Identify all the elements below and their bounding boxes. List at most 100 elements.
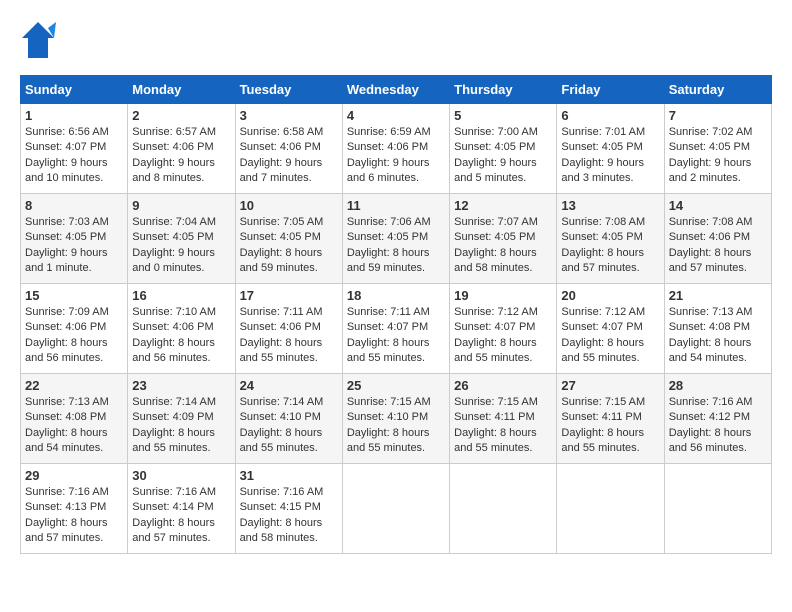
sunset: Sunset: 4:05 PM bbox=[240, 231, 321, 243]
day-info: Sunrise: 6:56 AM Sunset: 4:07 PM Dayligh… bbox=[25, 125, 123, 187]
calendar-cell: 17 Sunrise: 7:11 AM Sunset: 4:06 PM Dayl… bbox=[235, 284, 342, 374]
day-number: 27 bbox=[561, 378, 659, 393]
sunrise: Sunrise: 7:11 AM bbox=[240, 306, 323, 318]
daylight: Daylight: 9 hours and 8 minutes. bbox=[132, 157, 215, 184]
day-number: 19 bbox=[454, 288, 552, 303]
day-number: 30 bbox=[132, 468, 230, 483]
daylight: Daylight: 9 hours and 3 minutes. bbox=[561, 157, 644, 184]
sunset: Sunset: 4:11 PM bbox=[561, 411, 642, 423]
day-number: 6 bbox=[561, 108, 659, 123]
day-number: 24 bbox=[240, 378, 338, 393]
day-number: 25 bbox=[347, 378, 445, 393]
calendar-cell: 16 Sunrise: 7:10 AM Sunset: 4:06 PM Dayl… bbox=[128, 284, 235, 374]
weekday-header-monday: Monday bbox=[128, 76, 235, 104]
calendar-cell: 7 Sunrise: 7:02 AM Sunset: 4:05 PM Dayli… bbox=[664, 104, 771, 194]
day-number: 20 bbox=[561, 288, 659, 303]
sunrise: Sunrise: 6:56 AM bbox=[25, 126, 109, 138]
day-number: 13 bbox=[561, 198, 659, 213]
calendar-cell: 19 Sunrise: 7:12 AM Sunset: 4:07 PM Dayl… bbox=[450, 284, 557, 374]
daylight: Daylight: 9 hours and 6 minutes. bbox=[347, 157, 430, 184]
daylight: Daylight: 9 hours and 7 minutes. bbox=[240, 157, 323, 184]
calendar-cell: 3 Sunrise: 6:58 AM Sunset: 4:06 PM Dayli… bbox=[235, 104, 342, 194]
daylight: Daylight: 8 hours and 55 minutes. bbox=[454, 337, 537, 364]
day-info: Sunrise: 7:02 AM Sunset: 4:05 PM Dayligh… bbox=[669, 125, 767, 187]
day-info: Sunrise: 7:03 AM Sunset: 4:05 PM Dayligh… bbox=[25, 215, 123, 277]
day-number: 7 bbox=[669, 108, 767, 123]
sunset: Sunset: 4:05 PM bbox=[454, 231, 535, 243]
weekday-header-saturday: Saturday bbox=[664, 76, 771, 104]
day-number: 4 bbox=[347, 108, 445, 123]
day-info: Sunrise: 7:05 AM Sunset: 4:05 PM Dayligh… bbox=[240, 215, 338, 277]
calendar-cell: 21 Sunrise: 7:13 AM Sunset: 4:08 PM Dayl… bbox=[664, 284, 771, 374]
weekday-header-wednesday: Wednesday bbox=[342, 76, 449, 104]
day-info: Sunrise: 7:13 AM Sunset: 4:08 PM Dayligh… bbox=[25, 395, 123, 457]
sunset: Sunset: 4:15 PM bbox=[240, 501, 321, 513]
calendar-cell: 28 Sunrise: 7:16 AM Sunset: 4:12 PM Dayl… bbox=[664, 374, 771, 464]
day-number: 17 bbox=[240, 288, 338, 303]
day-number: 15 bbox=[25, 288, 123, 303]
calendar-cell: 22 Sunrise: 7:13 AM Sunset: 4:08 PM Dayl… bbox=[21, 374, 128, 464]
day-info: Sunrise: 7:08 AM Sunset: 4:06 PM Dayligh… bbox=[669, 215, 767, 277]
sunrise: Sunrise: 7:13 AM bbox=[669, 306, 753, 318]
calendar-cell: 30 Sunrise: 7:16 AM Sunset: 4:14 PM Dayl… bbox=[128, 464, 235, 554]
day-number: 29 bbox=[25, 468, 123, 483]
daylight: Daylight: 8 hours and 55 minutes. bbox=[561, 337, 644, 364]
calendar-cell bbox=[664, 464, 771, 554]
daylight: Daylight: 8 hours and 58 minutes. bbox=[454, 247, 537, 274]
calendar-cell: 8 Sunrise: 7:03 AM Sunset: 4:05 PM Dayli… bbox=[21, 194, 128, 284]
calendar-cell: 12 Sunrise: 7:07 AM Sunset: 4:05 PM Dayl… bbox=[450, 194, 557, 284]
sunset: Sunset: 4:07 PM bbox=[25, 141, 106, 153]
day-number: 21 bbox=[669, 288, 767, 303]
day-info: Sunrise: 7:09 AM Sunset: 4:06 PM Dayligh… bbox=[25, 305, 123, 367]
daylight: Daylight: 8 hours and 59 minutes. bbox=[240, 247, 323, 274]
weekday-header-tuesday: Tuesday bbox=[235, 76, 342, 104]
day-info: Sunrise: 7:06 AM Sunset: 4:05 PM Dayligh… bbox=[347, 215, 445, 277]
calendar-cell bbox=[557, 464, 664, 554]
sunset: Sunset: 4:05 PM bbox=[561, 141, 642, 153]
sunrise: Sunrise: 7:16 AM bbox=[240, 486, 324, 498]
sunrise: Sunrise: 7:13 AM bbox=[25, 396, 109, 408]
day-info: Sunrise: 7:11 AM Sunset: 4:07 PM Dayligh… bbox=[347, 305, 445, 367]
day-number: 22 bbox=[25, 378, 123, 393]
day-number: 9 bbox=[132, 198, 230, 213]
sunrise: Sunrise: 7:05 AM bbox=[240, 216, 324, 228]
daylight: Daylight: 8 hours and 56 minutes. bbox=[25, 337, 108, 364]
sunset: Sunset: 4:06 PM bbox=[240, 141, 321, 153]
daylight: Daylight: 8 hours and 54 minutes. bbox=[25, 427, 108, 454]
sunrise: Sunrise: 7:16 AM bbox=[669, 396, 753, 408]
day-info: Sunrise: 6:57 AM Sunset: 4:06 PM Dayligh… bbox=[132, 125, 230, 187]
day-number: 31 bbox=[240, 468, 338, 483]
day-number: 11 bbox=[347, 198, 445, 213]
sunrise: Sunrise: 7:00 AM bbox=[454, 126, 538, 138]
daylight: Daylight: 9 hours and 1 minute. bbox=[25, 247, 108, 274]
day-info: Sunrise: 7:08 AM Sunset: 4:05 PM Dayligh… bbox=[561, 215, 659, 277]
daylight: Daylight: 8 hours and 55 minutes. bbox=[240, 337, 323, 364]
day-info: Sunrise: 7:16 AM Sunset: 4:12 PM Dayligh… bbox=[669, 395, 767, 457]
sunrise: Sunrise: 7:06 AM bbox=[347, 216, 431, 228]
day-info: Sunrise: 7:13 AM Sunset: 4:08 PM Dayligh… bbox=[669, 305, 767, 367]
sunrise: Sunrise: 7:15 AM bbox=[347, 396, 431, 408]
day-number: 3 bbox=[240, 108, 338, 123]
logo bbox=[20, 20, 60, 65]
day-info: Sunrise: 7:01 AM Sunset: 4:05 PM Dayligh… bbox=[561, 125, 659, 187]
daylight: Daylight: 8 hours and 57 minutes. bbox=[132, 517, 215, 544]
calendar-cell: 11 Sunrise: 7:06 AM Sunset: 4:05 PM Dayl… bbox=[342, 194, 449, 284]
sunset: Sunset: 4:05 PM bbox=[25, 231, 106, 243]
daylight: Daylight: 8 hours and 55 minutes. bbox=[347, 427, 430, 454]
day-info: Sunrise: 6:59 AM Sunset: 4:06 PM Dayligh… bbox=[347, 125, 445, 187]
sunrise: Sunrise: 7:01 AM bbox=[561, 126, 645, 138]
day-info: Sunrise: 7:11 AM Sunset: 4:06 PM Dayligh… bbox=[240, 305, 338, 367]
day-info: Sunrise: 7:00 AM Sunset: 4:05 PM Dayligh… bbox=[454, 125, 552, 187]
day-info: Sunrise: 7:16 AM Sunset: 4:14 PM Dayligh… bbox=[132, 485, 230, 547]
calendar-cell: 5 Sunrise: 7:00 AM Sunset: 4:05 PM Dayli… bbox=[450, 104, 557, 194]
day-info: Sunrise: 7:16 AM Sunset: 4:15 PM Dayligh… bbox=[240, 485, 338, 547]
sunset: Sunset: 4:14 PM bbox=[132, 501, 213, 513]
sunset: Sunset: 4:05 PM bbox=[454, 141, 535, 153]
sunrise: Sunrise: 7:15 AM bbox=[454, 396, 538, 408]
day-info: Sunrise: 7:10 AM Sunset: 4:06 PM Dayligh… bbox=[132, 305, 230, 367]
daylight: Daylight: 8 hours and 57 minutes. bbox=[25, 517, 108, 544]
calendar-cell: 4 Sunrise: 6:59 AM Sunset: 4:06 PM Dayli… bbox=[342, 104, 449, 194]
sunset: Sunset: 4:12 PM bbox=[669, 411, 750, 423]
calendar-cell: 23 Sunrise: 7:14 AM Sunset: 4:09 PM Dayl… bbox=[128, 374, 235, 464]
day-number: 1 bbox=[25, 108, 123, 123]
